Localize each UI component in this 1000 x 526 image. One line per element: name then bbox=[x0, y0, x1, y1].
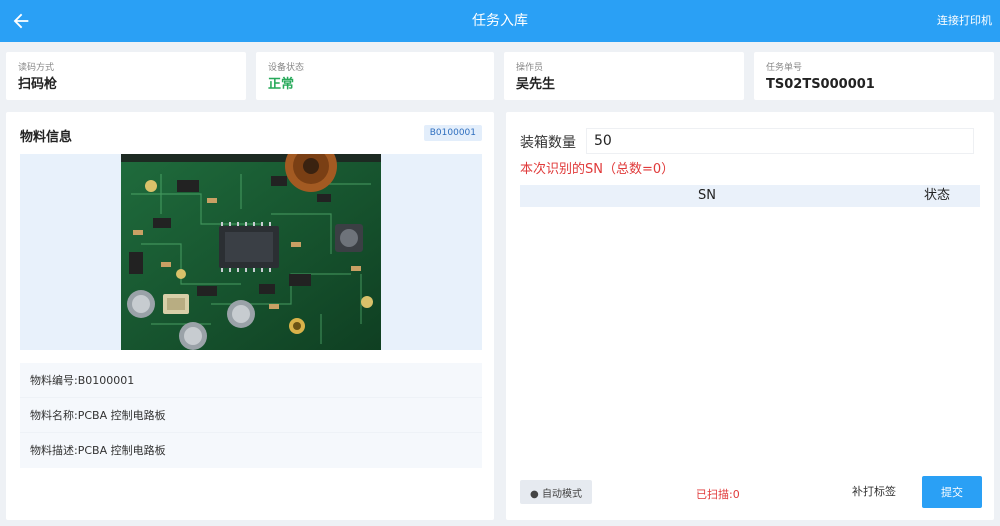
material-code-badge: B0100001 bbox=[423, 125, 482, 141]
sn-count-caption: 本次识别的SN（总数=0） bbox=[520, 162, 675, 177]
sn-table-body bbox=[520, 207, 980, 467]
material-panel: 物料信息 B0100001 物料编号:B0100001 物料名称:PCBA 控制… bbox=[6, 112, 494, 520]
section-title: 物料信息 bbox=[20, 130, 73, 145]
packing-qty-input[interactable] bbox=[586, 128, 974, 154]
info-card-task-number: 任务单号 TS02TS000001 bbox=[754, 52, 994, 100]
column-header-status: 状态 bbox=[923, 188, 950, 203]
page-title: 任务入库 bbox=[472, 13, 528, 29]
info-label: 设备状态 bbox=[268, 63, 305, 73]
arrow-left-icon bbox=[13, 13, 29, 29]
info-value: TS02TS000001 bbox=[766, 77, 875, 92]
reprint-label-button[interactable]: 补打标签 bbox=[852, 480, 896, 504]
info-card-read-mode: 读码方式 扫码枪 bbox=[6, 52, 246, 100]
material-description: 物料描述:PCBA 控制电路板 bbox=[30, 444, 166, 457]
column-header-sn: SN bbox=[698, 188, 716, 203]
material-number: 物料编号:B0100001 bbox=[20, 363, 482, 398]
sn-table-header: SN 状态 bbox=[520, 185, 980, 207]
info-label: 任务单号 bbox=[766, 63, 803, 73]
status-value: 正常 bbox=[268, 77, 295, 92]
back-button[interactable] bbox=[6, 6, 36, 36]
packing-panel: 装箱数量 本次识别的SN（总数=0） SN 状态 ● 自动模式 已扫描:0 补打… bbox=[506, 112, 994, 520]
info-card-operator: 操作员 吴先生 bbox=[504, 52, 744, 100]
scanned-count: 已扫描:0 bbox=[696, 488, 740, 501]
submit-button[interactable]: 提交 bbox=[922, 476, 982, 508]
info-label: 读码方式 bbox=[18, 63, 55, 73]
info-label: 操作员 bbox=[516, 63, 544, 73]
info-value: 吴先生 bbox=[516, 77, 556, 92]
packing-qty-label: 装箱数量 bbox=[520, 135, 576, 151]
info-value: 扫码枪 bbox=[18, 77, 58, 92]
material-name: 物料名称:PCBA 控制电路板 bbox=[20, 398, 482, 433]
material-detail-list: 物料编号:B0100001 物料名称:PCBA 控制电路板 物料描述:PCBA … bbox=[20, 363, 482, 468]
info-card-device-status: 设备状态 正常 bbox=[256, 52, 494, 100]
connect-printer-button[interactable]: 连接打印机 bbox=[937, 0, 992, 42]
app-bar: 任务入库 连接打印机 bbox=[0, 0, 1000, 42]
auto-mode-toggle[interactable]: ● 自动模式 bbox=[520, 480, 592, 504]
material-image-area bbox=[20, 154, 482, 350]
pcb-board-image bbox=[121, 154, 381, 350]
